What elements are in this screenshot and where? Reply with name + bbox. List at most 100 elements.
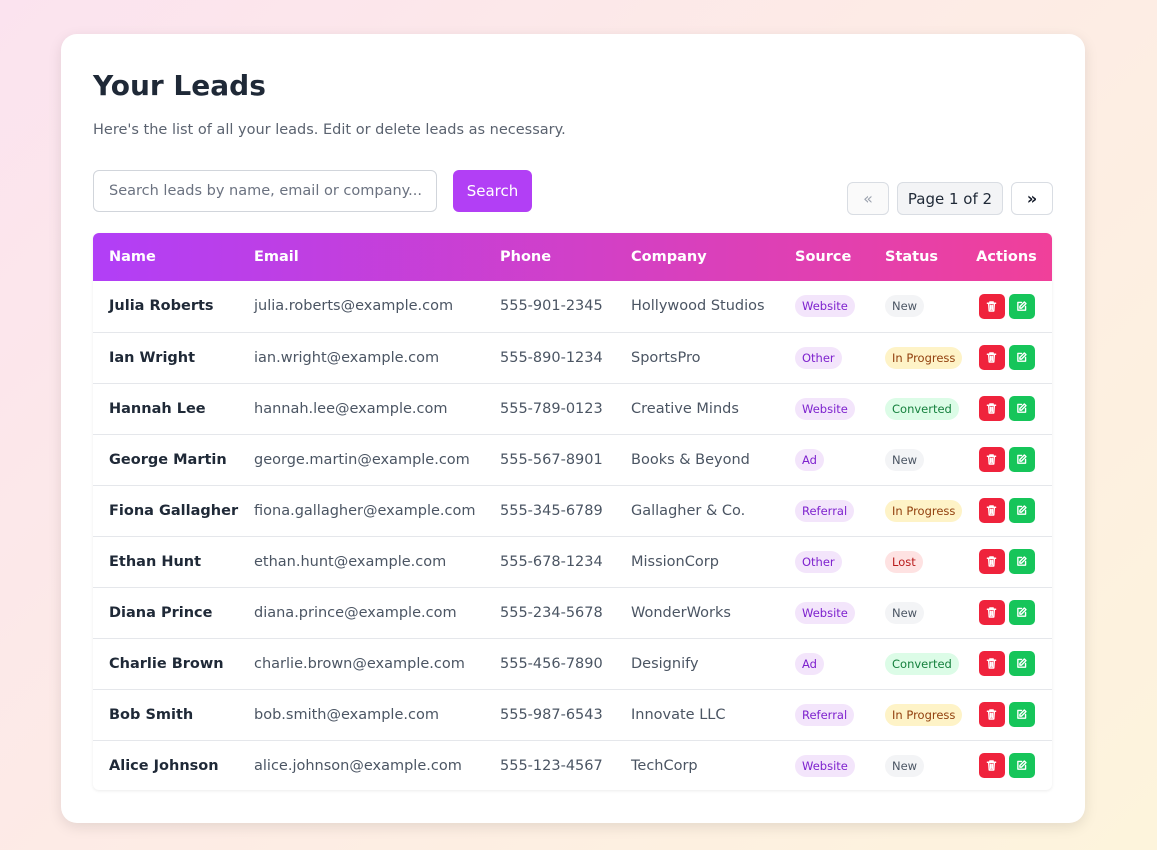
column-header-phone: Phone bbox=[500, 249, 552, 265]
lead-actions bbox=[961, 587, 1052, 638]
delete-button[interactable] bbox=[978, 651, 1005, 676]
lead-name: Julia Roberts bbox=[109, 298, 214, 315]
page-subtitle: Here's the list of all your leads. Edit … bbox=[93, 122, 566, 138]
source-badge: Ad bbox=[795, 652, 824, 675]
search-input[interactable] bbox=[93, 170, 437, 212]
lead-email: ian.wright@example.com bbox=[254, 349, 440, 366]
trash-icon bbox=[985, 657, 998, 670]
trash-icon bbox=[985, 555, 998, 568]
table-row: Alice Johnson alice.johnson@example.com 55… bbox=[93, 740, 1052, 790]
lead-company: Designify bbox=[631, 655, 699, 672]
lead-phone: 555-789-0123 bbox=[500, 400, 603, 417]
source-badge: Website bbox=[795, 295, 855, 318]
lead-source-cell: Website bbox=[779, 281, 869, 332]
lead-status-cell: New bbox=[869, 434, 961, 485]
search-button[interactable]: Search bbox=[453, 170, 532, 212]
leads-table: Name Email Phone Company Source Status A… bbox=[93, 233, 1052, 790]
table-row: Hannah Lee hannah.lee@example.com 555-789-… bbox=[93, 383, 1052, 434]
table-row: Ian Wright ian.wright@example.com 555-890-… bbox=[93, 332, 1052, 383]
source-badge: Ad bbox=[795, 448, 824, 471]
table-body: Julia Roberts julia.roberts@example.com 55… bbox=[93, 281, 1052, 790]
lead-actions bbox=[961, 332, 1052, 383]
trash-icon bbox=[985, 402, 998, 415]
delete-button[interactable] bbox=[978, 702, 1005, 727]
edit-button[interactable] bbox=[1008, 345, 1035, 370]
lead-source-cell: Website bbox=[779, 587, 869, 638]
pagination-info: Page 1 of 2 bbox=[897, 182, 1003, 215]
lead-phone: 555-901-2345 bbox=[500, 298, 603, 315]
lead-company: Gallagher & Co. bbox=[631, 502, 746, 519]
column-header-company: Company bbox=[631, 249, 707, 265]
delete-button[interactable] bbox=[978, 753, 1005, 779]
source-badge: Referral bbox=[795, 499, 855, 522]
edit-button[interactable] bbox=[1008, 498, 1035, 523]
source-badge: Website bbox=[795, 601, 855, 624]
pagination-next-button[interactable]: » bbox=[1011, 182, 1053, 215]
lead-actions bbox=[961, 536, 1052, 587]
edit-icon bbox=[1015, 657, 1028, 670]
source-badge: Website bbox=[795, 754, 855, 777]
status-badge: New bbox=[885, 754, 925, 777]
lead-name: Diana Prince bbox=[109, 604, 213, 621]
lead-name: Ian Wright bbox=[109, 349, 196, 366]
lead-company: MissionCorp bbox=[631, 553, 719, 570]
pagination-prev-button[interactable]: « bbox=[847, 182, 889, 215]
trash-icon bbox=[985, 759, 998, 772]
lead-phone: 555-678-1234 bbox=[500, 553, 603, 570]
lead-email: hannah.lee@example.com bbox=[254, 400, 448, 417]
lead-phone: 555-123-4567 bbox=[500, 757, 603, 774]
table-row: Ethan Hunt ethan.hunt@example.com 555-678-… bbox=[93, 536, 1052, 587]
lead-phone: 555-567-8901 bbox=[500, 451, 603, 468]
lead-email: diana.prince@example.com bbox=[254, 604, 457, 621]
edit-icon bbox=[1015, 351, 1028, 364]
table-row: Charlie Brown charlie.brown@example.com 55… bbox=[93, 638, 1052, 689]
lead-email: fiona.gallagher@example.com bbox=[254, 502, 476, 519]
status-badge: In Progress bbox=[885, 499, 963, 522]
lead-name: Ethan Hunt bbox=[109, 553, 202, 570]
delete-button[interactable] bbox=[978, 600, 1005, 625]
table-row: Bob Smith bob.smith@example.com 555-987-65… bbox=[93, 689, 1052, 740]
status-badge: In Progress bbox=[885, 346, 963, 369]
lead-name: Hannah Lee bbox=[109, 400, 206, 417]
lead-name: Alice Johnson bbox=[109, 757, 219, 774]
edit-button[interactable] bbox=[1008, 702, 1035, 727]
edit-button[interactable] bbox=[1008, 753, 1035, 779]
edit-button[interactable] bbox=[1008, 651, 1035, 676]
edit-button[interactable] bbox=[1008, 447, 1035, 472]
lead-status-cell: New bbox=[869, 740, 961, 790]
leads-card: Your Leads Here's the list of all your l… bbox=[61, 34, 1085, 823]
delete-button[interactable] bbox=[978, 447, 1005, 472]
lead-email: ethan.hunt@example.com bbox=[254, 553, 447, 570]
lead-status-cell: In Progress bbox=[869, 689, 963, 740]
lead-phone: 555-456-7890 bbox=[500, 655, 603, 672]
delete-button[interactable] bbox=[978, 396, 1005, 421]
trash-icon bbox=[985, 351, 998, 364]
column-header-actions: Actions bbox=[976, 249, 1037, 265]
status-badge: New bbox=[885, 601, 925, 624]
delete-button[interactable] bbox=[978, 293, 1005, 319]
lead-source-cell: Other bbox=[779, 536, 869, 587]
edit-icon bbox=[1015, 300, 1028, 313]
table-header-row: Name Email Phone Company Source Status A… bbox=[93, 233, 1052, 281]
column-header-name: Name bbox=[109, 249, 156, 265]
edit-button[interactable] bbox=[1008, 396, 1035, 421]
lead-name: Charlie Brown bbox=[109, 655, 224, 672]
edit-button[interactable] bbox=[1008, 600, 1035, 625]
edit-button[interactable] bbox=[1008, 549, 1035, 574]
lead-email: charlie.brown@example.com bbox=[254, 655, 465, 672]
page-title: Your Leads bbox=[93, 69, 266, 102]
lead-actions bbox=[961, 740, 1052, 790]
delete-button[interactable] bbox=[978, 498, 1005, 523]
edit-button[interactable] bbox=[1008, 293, 1035, 319]
edit-icon bbox=[1015, 453, 1028, 466]
lead-email: george.martin@example.com bbox=[254, 451, 470, 468]
delete-button[interactable] bbox=[978, 345, 1005, 370]
edit-icon bbox=[1015, 504, 1028, 517]
lead-name: Bob Smith bbox=[109, 706, 194, 723]
edit-icon bbox=[1015, 555, 1028, 568]
lead-actions bbox=[961, 485, 1052, 536]
lead-company: Creative Minds bbox=[631, 400, 739, 417]
delete-button[interactable] bbox=[978, 549, 1005, 574]
status-badge: New bbox=[885, 448, 925, 471]
lead-company: SportsPro bbox=[631, 349, 701, 366]
